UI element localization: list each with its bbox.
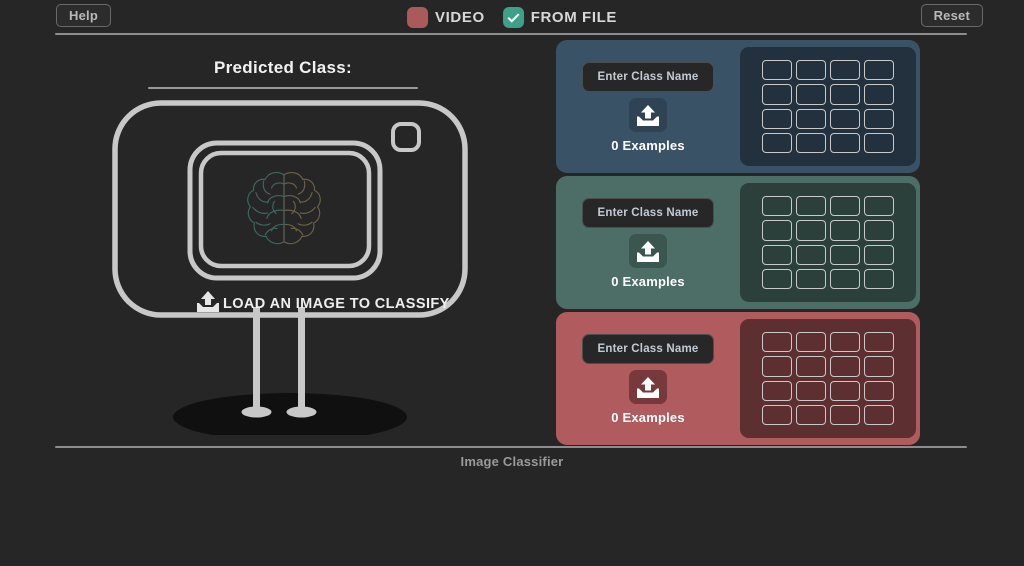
- example-slot[interactable]: [762, 244, 792, 265]
- add-example-upload-button[interactable]: [629, 98, 667, 132]
- unchecked-box-icon[interactable]: [407, 7, 429, 28]
- example-slot[interactable]: [796, 220, 826, 241]
- page-title: Predicted Class:: [213, 58, 353, 77]
- example-slot[interactable]: [796, 60, 826, 81]
- class-panel-2: 0 Examples: [556, 176, 920, 309]
- example-slot[interactable]: [762, 196, 792, 217]
- example-slot[interactable]: [830, 404, 860, 425]
- examples-grid[interactable]: [740, 183, 916, 302]
- upload-icon: [637, 376, 659, 398]
- class-panel-3: 0 Examples: [556, 312, 920, 445]
- toggle-from-file[interactable]: FROM FILE: [502, 7, 617, 28]
- example-slot[interactable]: [830, 220, 860, 241]
- upload-icon: [637, 240, 659, 262]
- example-slot[interactable]: [762, 380, 792, 401]
- brain-icon: [247, 172, 321, 245]
- footer-title: Image Classifier: [460, 454, 564, 469]
- example-slot[interactable]: [864, 196, 894, 217]
- add-example-upload-button[interactable]: [629, 370, 667, 404]
- example-slot[interactable]: [796, 356, 826, 377]
- example-slot[interactable]: [830, 244, 860, 265]
- divider-bottom: [55, 446, 967, 448]
- class-name-input[interactable]: [582, 62, 714, 92]
- examples-count-label: 0 Examples: [611, 274, 685, 289]
- class-panel-list: 0 Examples 0 Examples 0 Examples: [556, 40, 920, 448]
- example-slot[interactable]: [796, 332, 826, 353]
- example-slot[interactable]: [830, 60, 860, 81]
- example-slot[interactable]: [864, 220, 894, 241]
- upload-icon: [197, 291, 219, 312]
- toggle-from-file-label: FROM FILE: [530, 9, 617, 26]
- examples-grid[interactable]: [740, 47, 916, 166]
- example-slot[interactable]: [762, 404, 792, 425]
- example-slot[interactable]: [864, 268, 894, 289]
- example-slot[interactable]: [762, 356, 792, 377]
- class-name-input[interactable]: [582, 334, 714, 364]
- example-slot[interactable]: [796, 132, 826, 153]
- class-panel-controls: 0 Examples: [556, 40, 740, 173]
- help-button[interactable]: Help: [56, 4, 111, 27]
- class-panel-controls: 0 Examples: [556, 312, 740, 445]
- example-slot[interactable]: [762, 108, 792, 129]
- example-slot[interactable]: [796, 196, 826, 217]
- example-slot[interactable]: [796, 380, 826, 401]
- example-slot[interactable]: [762, 268, 792, 289]
- tv-body: [112, 100, 468, 318]
- example-slot[interactable]: [762, 132, 792, 153]
- example-slot[interactable]: [864, 404, 894, 425]
- example-slot[interactable]: [796, 108, 826, 129]
- examples-count-label: 0 Examples: [611, 410, 685, 425]
- predicted-class-rule: [148, 87, 418, 89]
- example-slot[interactable]: [830, 268, 860, 289]
- toggle-video[interactable]: VIDEO: [407, 7, 485, 28]
- example-slot[interactable]: [830, 356, 860, 377]
- example-slot[interactable]: [796, 268, 826, 289]
- add-example-upload-button[interactable]: [629, 234, 667, 268]
- predicted-class-value: [148, 78, 418, 82]
- example-slot[interactable]: [830, 196, 860, 217]
- example-slot[interactable]: [762, 220, 792, 241]
- example-slot[interactable]: [864, 108, 894, 129]
- dropzone-label: LOAD AN IMAGE TO CLASSIFY: [223, 296, 450, 312]
- example-slot[interactable]: [864, 356, 894, 377]
- example-slot[interactable]: [830, 380, 860, 401]
- image-classifier-app: Help VIDEO FROM FILE Reset Predicted Cla…: [0, 0, 1024, 566]
- example-slot[interactable]: [762, 84, 792, 105]
- class-panel-1: 0 Examples: [556, 40, 920, 173]
- example-slot[interactable]: [864, 60, 894, 81]
- example-slot[interactable]: [762, 332, 792, 353]
- upload-icon: [637, 104, 659, 126]
- class-name-input[interactable]: [582, 198, 714, 228]
- predicted-class-block: Predicted Class:: [148, 58, 418, 89]
- example-slot[interactable]: [796, 244, 826, 265]
- example-slot[interactable]: [864, 380, 894, 401]
- example-slot[interactable]: [864, 332, 894, 353]
- example-slot[interactable]: [762, 60, 792, 81]
- screen-inner: [198, 150, 372, 269]
- check-icon[interactable]: [502, 7, 524, 28]
- toggle-video-label: VIDEO: [435, 9, 485, 26]
- load-image-dropzone[interactable]: LOAD AN IMAGE TO CLASSIFY: [105, 95, 475, 435]
- examples-count-label: 0 Examples: [611, 138, 685, 153]
- example-slot[interactable]: [796, 84, 826, 105]
- example-slot[interactable]: [830, 84, 860, 105]
- example-slot[interactable]: [864, 244, 894, 265]
- example-slot[interactable]: [830, 332, 860, 353]
- example-slot[interactable]: [796, 404, 826, 425]
- divider-top: [55, 33, 967, 35]
- class-panel-controls: 0 Examples: [556, 176, 740, 309]
- input-source-toggles: VIDEO FROM FILE: [407, 7, 617, 28]
- reset-button[interactable]: Reset: [920, 4, 983, 27]
- example-slot[interactable]: [864, 84, 894, 105]
- top-toolbar: Help VIDEO FROM FILE Reset: [0, 0, 1024, 34]
- examples-grid[interactable]: [740, 319, 916, 438]
- example-slot[interactable]: [830, 108, 860, 129]
- example-slot[interactable]: [830, 132, 860, 153]
- tv-indicator-icon: [391, 122, 421, 152]
- example-slot[interactable]: [864, 132, 894, 153]
